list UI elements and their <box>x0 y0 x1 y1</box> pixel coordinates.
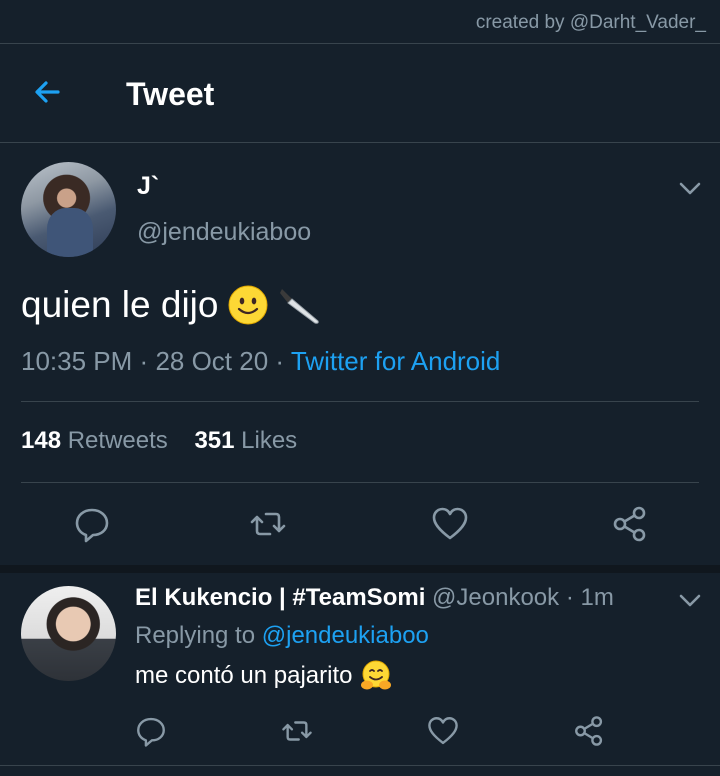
reply-text: me contó un pajarito <box>135 660 392 692</box>
divider <box>21 482 699 483</box>
reply-author-avatar[interactable] <box>21 586 116 681</box>
replying-prefix: Replying to <box>135 622 256 649</box>
tweet-date: 28 Oct 20 <box>155 346 269 376</box>
kitchen-knife-icon <box>278 283 322 327</box>
retweet-icon[interactable] <box>280 714 314 748</box>
divider <box>21 401 699 402</box>
likes-label: Likes <box>241 427 298 454</box>
hugging-face-emoji-icon <box>360 660 392 692</box>
reply-author-name[interactable]: El Kukencio | #TeamSomi <box>135 584 425 611</box>
divider <box>0 142 720 143</box>
like-heart-icon[interactable] <box>430 504 470 544</box>
retweets-count: 148 <box>21 427 62 454</box>
reply-icon[interactable] <box>134 714 168 748</box>
replying-to-mention[interactable]: @jendeukiaboo <box>262 622 429 649</box>
slightly-smiling-face-emoji-icon <box>228 285 268 325</box>
author-handle[interactable]: @jendeukiaboo <box>137 218 311 247</box>
chevron-down-icon[interactable] <box>676 588 704 612</box>
meta-separator: · <box>275 346 285 376</box>
divider <box>0 765 720 766</box>
tweet-text: quien le dijo <box>21 283 322 327</box>
tweet-text-content: quien le dijo <box>21 284 219 325</box>
credit-watermark: created by @Darht_Vader_ <box>475 12 706 33</box>
meta-separator: · <box>139 346 149 376</box>
reply-author-line: El Kukencio | #TeamSomi @Jeonkook · 1m <box>135 584 614 612</box>
likes-count: 351 <box>194 427 235 454</box>
tweet-stats: 148 Retweets 351 Likes <box>21 427 297 455</box>
share-icon[interactable] <box>572 714 606 748</box>
retweet-icon[interactable] <box>248 504 288 544</box>
like-heart-icon[interactable] <box>426 714 460 748</box>
reply-author-handle[interactable]: @Jeonkook <box>432 584 559 611</box>
retweets-label: Retweets <box>67 427 168 454</box>
tweet-meta: 10:35 PM · 28 Oct 20 · Twitter for Andro… <box>21 346 500 377</box>
author-name[interactable]: J` <box>137 172 159 201</box>
avatar-figure <box>47 208 93 257</box>
author-avatar[interactable] <box>21 162 116 257</box>
tweet-time: 10:35 PM <box>21 346 133 376</box>
divider <box>0 565 720 573</box>
tweet-source-link[interactable]: Twitter for Android <box>291 346 501 376</box>
retweets-stat[interactable]: 148 Retweets <box>21 427 168 454</box>
tweet-actions <box>0 484 720 564</box>
reply-icon[interactable] <box>72 504 112 544</box>
reply-actions <box>0 708 720 758</box>
header-bar: Tweet <box>0 44 720 142</box>
page-title: Tweet <box>126 76 215 112</box>
likes-stat[interactable]: 351 Likes <box>194 427 297 454</box>
chevron-down-icon[interactable] <box>676 176 704 200</box>
share-icon[interactable] <box>610 504 650 544</box>
back-arrow-icon[interactable] <box>28 72 68 112</box>
replying-to: Replying to @jendeukiaboo <box>135 622 429 650</box>
reply-text-content: me contó un pajarito <box>135 662 353 689</box>
reply-time: · 1m <box>565 584 614 611</box>
